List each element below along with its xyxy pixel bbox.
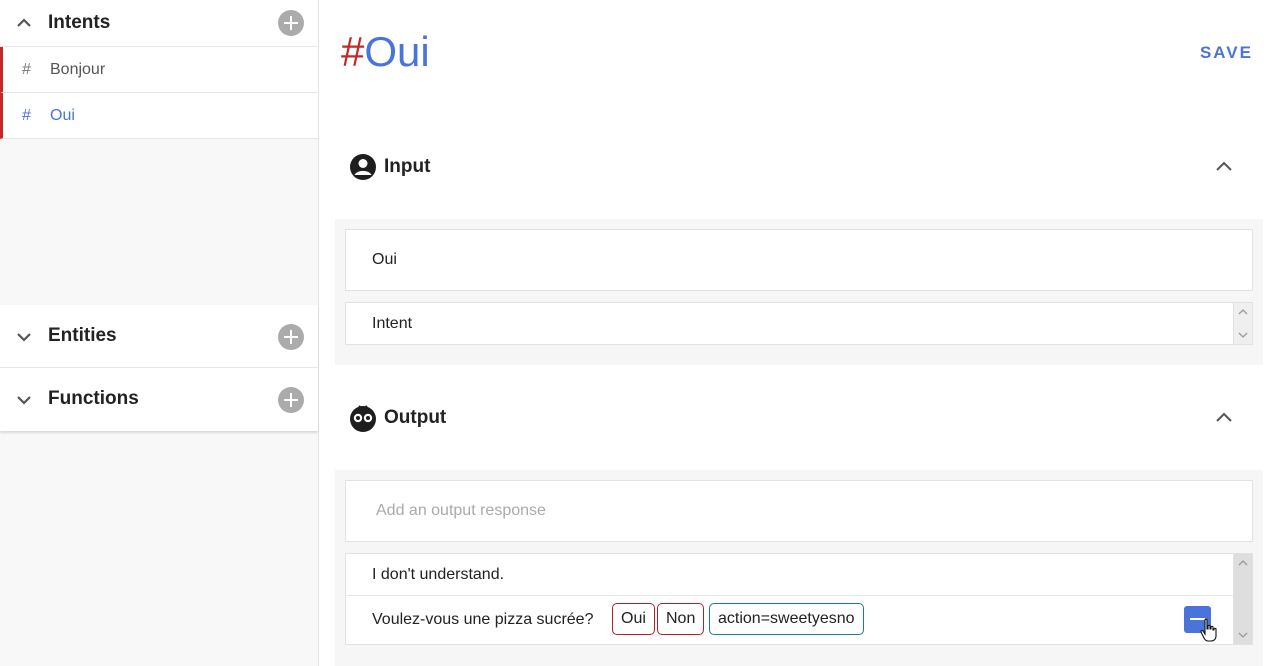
input-title: Input <box>384 156 431 177</box>
intent-list-scrollbar[interactable] <box>1233 303 1252 344</box>
output-panel-body: Add an output response I don't understan… <box>335 470 1263 666</box>
entities-title: Entities <box>48 325 117 346</box>
functions-title: Functions <box>48 388 139 409</box>
chevron-down-icon[interactable] <box>16 329 32 345</box>
hash-icon: # <box>22 60 31 78</box>
hand-cursor-icon <box>1200 618 1217 642</box>
title-prefix: # <box>341 28 365 75</box>
page-title: #Oui <box>341 28 430 76</box>
scroll-down-icon[interactable] <box>1238 631 1248 639</box>
quick-reply-chip[interactable]: Oui <box>612 603 655 635</box>
sidebar-item-oui[interactable]: # Oui <box>0 93 318 139</box>
chevron-down-icon[interactable] <box>16 392 32 408</box>
add-intent-button[interactable] <box>278 10 304 36</box>
user-circle-icon <box>350 154 376 180</box>
app: Intents # Bonjour # Oui Entities Functio… <box>0 0 1272 666</box>
quick-reply-chip[interactable]: Non <box>657 603 705 635</box>
intent-list[interactable]: Intent <box>345 302 1253 345</box>
intents-title: Intents <box>48 12 111 33</box>
sidebar-lower-sections: Entities Functions <box>0 305 318 431</box>
title-text: Oui <box>364 28 430 75</box>
output-title: Output <box>384 407 447 428</box>
add-output-field[interactable]: Add an output response <box>345 480 1253 542</box>
response-text: Voulez-vous une pizza sucrée? <box>372 611 594 628</box>
output-responses-list: I don't understand. Voulez-vous une pizz… <box>345 553 1253 645</box>
intent-label: Oui <box>50 106 75 124</box>
functions-header[interactable]: Functions <box>0 368 318 431</box>
scroll-up-icon[interactable] <box>1238 559 1248 567</box>
intent-list-text: Intent <box>372 315 413 332</box>
chevron-up-icon[interactable] <box>16 15 32 31</box>
chevron-up-icon[interactable] <box>1215 158 1233 176</box>
add-output-placeholder: Add an output response <box>376 502 546 519</box>
output-panel-header: Output <box>335 388 1263 448</box>
input-example-field[interactable]: Oui <box>345 229 1253 291</box>
robot-face-icon <box>350 405 376 432</box>
intents-header[interactable]: Intents <box>0 0 318 47</box>
list-item[interactable]: Voulez-vous une pizza sucrée? Oui Non ac… <box>346 596 1234 644</box>
chevron-up-icon[interactable] <box>1215 409 1233 427</box>
input-example-text: Oui <box>372 251 397 268</box>
input-panel-header: Input <box>335 137 1263 197</box>
main-panel: #Oui SAVE Input Oui Intent Output Add an… <box>319 0 1272 666</box>
scroll-up-icon[interactable] <box>1238 308 1248 316</box>
response-text: I don't understand. <box>372 565 505 583</box>
responses-scrollbar[interactable] <box>1233 554 1252 644</box>
save-button[interactable]: SAVE <box>1200 43 1253 63</box>
add-function-button[interactable] <box>278 387 304 413</box>
sidebar-item-bonjour[interactable]: # Bonjour <box>0 47 318 93</box>
scroll-down-icon[interactable] <box>1238 331 1248 339</box>
action-chip[interactable]: action=sweetyesno <box>709 603 864 635</box>
intents-section: Intents # Bonjour # Oui <box>0 0 318 139</box>
add-entity-button[interactable] <box>278 324 304 350</box>
intent-label: Bonjour <box>50 60 106 78</box>
entities-header[interactable]: Entities <box>0 305 318 368</box>
hash-icon: # <box>22 106 31 124</box>
sidebar: Intents # Bonjour # Oui Entities Functio… <box>0 0 319 666</box>
input-panel-body: Oui Intent <box>335 219 1263 365</box>
list-item[interactable]: I don't understand. <box>346 554 1234 596</box>
